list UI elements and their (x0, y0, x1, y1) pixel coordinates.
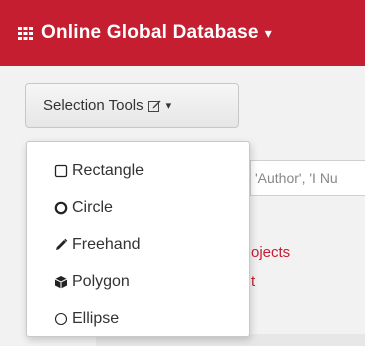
chevron-down-icon: ▾ (165, 100, 172, 112)
menu-item-polygon[interactable]: Polygon (27, 263, 249, 300)
menu-item-label: Polygon (72, 272, 130, 290)
chevron-down-icon[interactable]: ▾ (265, 25, 272, 42)
menu-item-ellipse[interactable]: Ellipse (27, 300, 249, 337)
app-header: Online Global Database ▾ (0, 0, 365, 66)
menu-item-label: Rectangle (72, 161, 145, 179)
grid-icon (18, 26, 33, 40)
selection-tools-label: Selection Tools (43, 97, 144, 114)
selection-tools-button[interactable]: Selection Tools ▾ (25, 83, 239, 128)
cube-icon (54, 275, 68, 288)
circle-bold-icon (54, 201, 68, 214)
background-link[interactable]: ojects (251, 244, 290, 261)
edit-icon (147, 100, 161, 112)
circle-outline-icon (54, 312, 68, 325)
menu-item-label: Freehand (72, 235, 141, 253)
app-title[interactable]: Online Global Database (41, 22, 259, 44)
menu-item-freehand[interactable]: Freehand (27, 226, 249, 263)
search-input-value: 'Author', 'I Nu (255, 170, 338, 186)
menu-item-label: Ellipse (72, 309, 120, 327)
selection-tools-menu: Rectangle Circle Freehand Polygon Ellips… (26, 141, 250, 337)
square-outline-icon (54, 164, 68, 177)
search-input[interactable]: 'Author', 'I Nu (250, 160, 365, 196)
pencil-icon (56, 238, 68, 250)
app-viewport: Online Global Database ▾ 'Author', 'I Nu… (0, 0, 365, 346)
background-link[interactable]: t (251, 273, 255, 290)
menu-item-label: Circle (72, 198, 113, 216)
menu-item-rectangle[interactable]: Rectangle (27, 152, 249, 189)
menu-item-circle[interactable]: Circle (27, 189, 249, 226)
